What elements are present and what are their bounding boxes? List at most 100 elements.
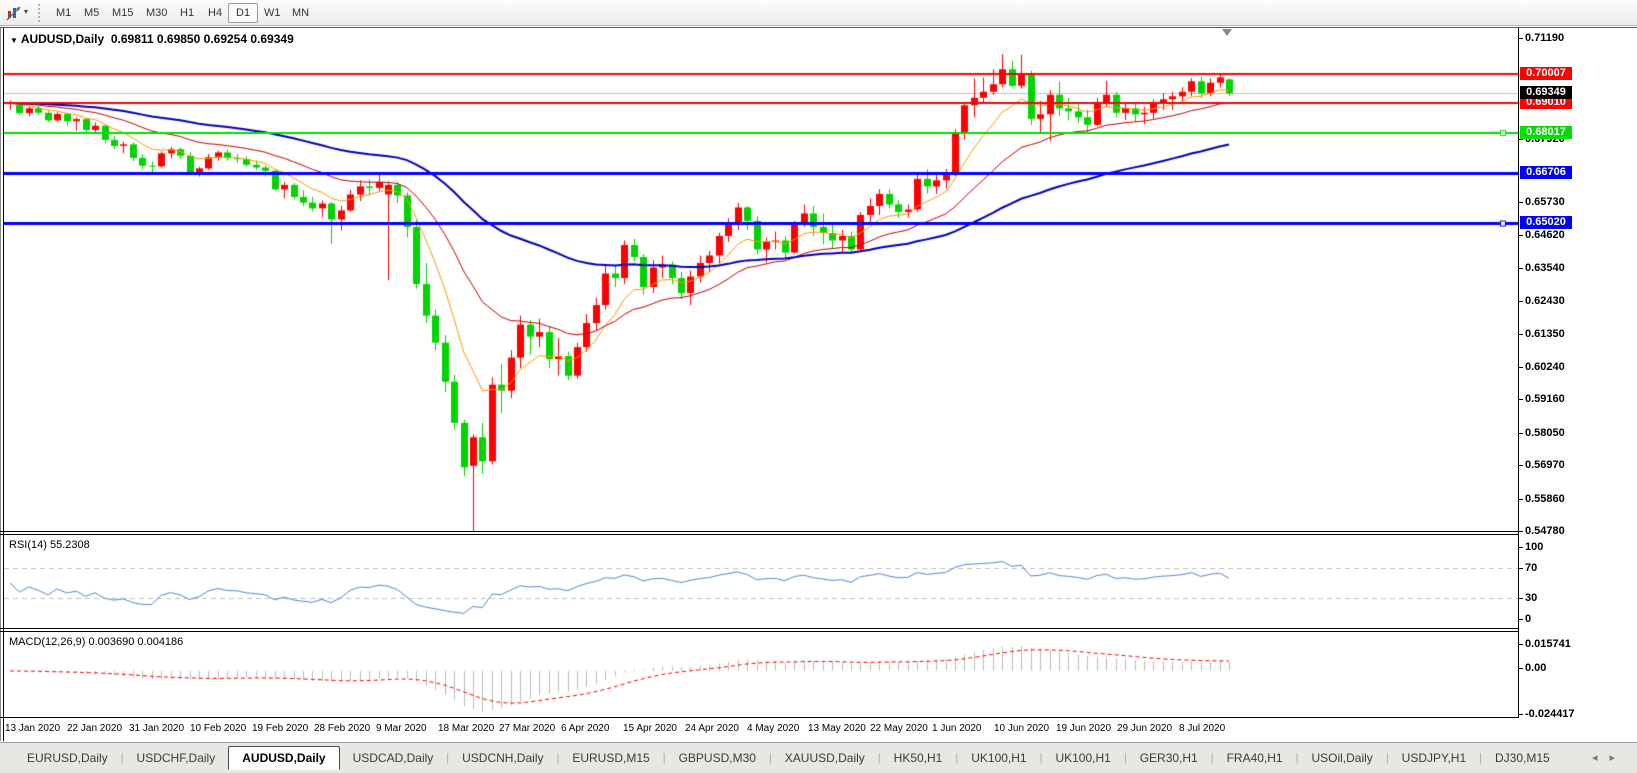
timeframe-button-m15[interactable]: M15 xyxy=(104,3,141,23)
chart-tab-uk100-h1[interactable]: UK100,H1 xyxy=(958,746,1039,770)
chart-symbol-label: AUDUSD,Daily xyxy=(21,32,104,46)
time-axis-label: 24 Apr 2020 xyxy=(685,723,739,734)
rsi-axis-tick-dash xyxy=(1518,547,1523,548)
chart-title: ▼ AUDUSD,Daily 0.69811 0.69850 0.69254 0… xyxy=(10,32,294,46)
price-axis-tick-dash xyxy=(1518,465,1523,466)
time-axis-label: 19 Feb 2020 xyxy=(252,723,308,734)
timeframe-button-h1[interactable]: H1 xyxy=(172,3,202,23)
chart-context-arrow-icon[interactable]: ▼ xyxy=(10,36,18,45)
timeframe-button-m1[interactable]: M1 xyxy=(48,3,79,23)
price-axis-tick-dash xyxy=(1518,367,1523,368)
timeframe-button-m30[interactable]: M30 xyxy=(138,3,175,23)
rsi-axis-tick-dash xyxy=(1518,598,1523,599)
price-axis-tick-dash xyxy=(1518,268,1523,269)
ohlc-close: 0.69349 xyxy=(250,32,293,46)
ohlc-open: 0.69811 xyxy=(111,32,154,46)
time-axis-label: 4 May 2020 xyxy=(747,723,799,734)
time-axis-label: 8 Jul 2020 xyxy=(1179,723,1225,734)
timeframe-button-m5[interactable]: M5 xyxy=(76,3,107,23)
rsi-axis-tick: 0 xyxy=(1525,613,1531,625)
price-axis-tick: 0.71190 xyxy=(1525,32,1564,44)
timeframe-button-d1[interactable]: D1 xyxy=(228,3,258,23)
rsi-axis-tick: 70 xyxy=(1525,562,1537,574)
macd-axis-tick: 0.00 xyxy=(1525,662,1546,674)
time-axis-label: 13 Jan 2020 xyxy=(5,723,60,734)
rsi-axis-tick: 30 xyxy=(1525,592,1537,604)
chart-tab-uk100-h1[interactable]: UK100,H1 xyxy=(1042,746,1123,770)
chart-tab-dj30-m15[interactable]: DJ30,M15 xyxy=(1482,746,1563,770)
chart-tab-fra40-h1[interactable]: FRA40,H1 xyxy=(1214,746,1296,770)
chart-cursor-icon[interactable] xyxy=(5,4,23,22)
time-axis-label: 28 Feb 2020 xyxy=(314,723,370,734)
price-level-badge: 0.68017 xyxy=(1520,126,1572,139)
price-axis-tick-partial-dash xyxy=(1518,139,1523,140)
macd-axis-tick: -0.024417 xyxy=(1525,708,1575,720)
price-axis-tick-dash xyxy=(1518,235,1523,236)
chart-tab-usdcad-daily[interactable]: USDCAD,Daily xyxy=(340,746,447,770)
rsi-axis-tick: 100 xyxy=(1525,541,1543,553)
time-axis-label: 29 Jun 2020 xyxy=(1117,723,1172,734)
price-axis-tick-dash xyxy=(1518,38,1523,39)
time-axis-label: 6 Apr 2020 xyxy=(561,723,609,734)
current-price-badge: 0.69349 xyxy=(1520,86,1572,99)
rsi-label: RSI(14) 55.2308 xyxy=(9,539,90,551)
chart-tab-usdjpy-h1[interactable]: USDJPY,H1 xyxy=(1389,746,1479,770)
time-axis-label: 10 Feb 2020 xyxy=(190,723,246,734)
chart-tab-usdcnh-daily[interactable]: USDCNH,Daily xyxy=(449,746,556,770)
rsi-axis-tick-dash xyxy=(1518,619,1523,620)
price-axis-tick-dash xyxy=(1518,202,1523,203)
window-left-outer-border xyxy=(0,27,1,741)
time-axis-label: 15 Apr 2020 xyxy=(623,723,677,734)
chart-tab-eurusd-m15[interactable]: EURUSD,M15 xyxy=(559,746,662,770)
macd-axis-tick: 0.015741 xyxy=(1525,638,1571,650)
chart-tab-usoil-daily[interactable]: USOil,Daily xyxy=(1298,746,1385,770)
time-axis-label: 9 Mar 2020 xyxy=(376,723,427,734)
toolbar-dropdown-arrow-icon[interactable]: ▾ xyxy=(24,7,28,16)
macd-axis-tick-dash xyxy=(1518,714,1523,715)
chart-tab-eurusd-daily[interactable]: EURUSD,Daily xyxy=(14,746,121,770)
price-axis-tick-dash xyxy=(1518,531,1523,532)
price-level-badge: 0.66706 xyxy=(1520,166,1572,179)
macd-indicator-canvas[interactable] xyxy=(4,632,1518,717)
panel-separator[interactable] xyxy=(0,531,1518,532)
timeframe-toolbar: ▾ M1M5M15M30H1H4D1W1MN xyxy=(0,0,1637,26)
price-axis-tick: 0.61350 xyxy=(1525,328,1565,340)
trading-platform-window: ▾ M1M5M15M30H1H4D1W1MN ▼ AUDUSD,Daily 0.… xyxy=(0,0,1637,773)
macd-axis-tick-dash xyxy=(1518,644,1523,645)
time-axis-label: 22 May 2020 xyxy=(870,723,928,734)
price-axis-tick: 0.54780 xyxy=(1525,525,1565,537)
chart-tab-hk50-h1[interactable]: HK50,H1 xyxy=(881,746,956,770)
panel-separator[interactable] xyxy=(0,628,1518,629)
price-axis-tick: 0.60240 xyxy=(1525,361,1565,373)
price-axis-tick-dash xyxy=(1518,399,1523,400)
tab-scroll-right-icon[interactable]: ▸ xyxy=(1609,752,1627,764)
chart-tab-ger30-h1[interactable]: GER30,H1 xyxy=(1127,746,1211,770)
chart-tab-usdchf-daily[interactable]: USDCHF,Daily xyxy=(124,746,229,770)
ohlc-low: 0.69254 xyxy=(204,32,247,46)
tab-scroll-left-icon[interactable]: ◂ xyxy=(1592,752,1610,764)
price-axis-line xyxy=(1518,28,1519,718)
price-axis-tick-dash xyxy=(1518,301,1523,302)
price-axis-tick: 0.63540 xyxy=(1525,262,1565,274)
toolbar-grip xyxy=(38,4,40,22)
chart-tab-audusd-daily[interactable]: AUDUSD,Daily xyxy=(228,746,339,770)
time-axis-label: 19 Jun 2020 xyxy=(1056,723,1111,734)
chart-tab-gbpusd-m30[interactable]: GBPUSD,M30 xyxy=(666,746,769,770)
price-axis-tick: 0.58050 xyxy=(1525,427,1565,439)
price-axis-tick: 0.64620 xyxy=(1525,229,1565,241)
tab-scroll-arrows: ◂▸ xyxy=(1592,751,1627,764)
main-chart-canvas[interactable] xyxy=(4,28,1518,531)
chart-shift-marker-icon xyxy=(1222,29,1232,36)
price-axis-tick-dash xyxy=(1518,499,1523,500)
price-axis-tick-dash xyxy=(1518,433,1523,434)
chart-tab-xauusd-daily[interactable]: XAUUSD,Daily xyxy=(772,746,878,770)
time-axis-label: 27 Mar 2020 xyxy=(499,723,555,734)
rsi-indicator-canvas[interactable] xyxy=(4,535,1518,628)
price-axis-tick: 0.55860 xyxy=(1525,493,1565,505)
price-axis-tick: 0.62430 xyxy=(1525,295,1565,307)
time-axis-label: 13 May 2020 xyxy=(808,723,866,734)
price-axis-tick: 0.56970 xyxy=(1525,459,1565,471)
price-level-badge: 0.70007 xyxy=(1520,67,1572,80)
timeframe-button-mn[interactable]: MN xyxy=(284,3,317,23)
timeframe-button-h4[interactable]: H4 xyxy=(200,3,230,23)
